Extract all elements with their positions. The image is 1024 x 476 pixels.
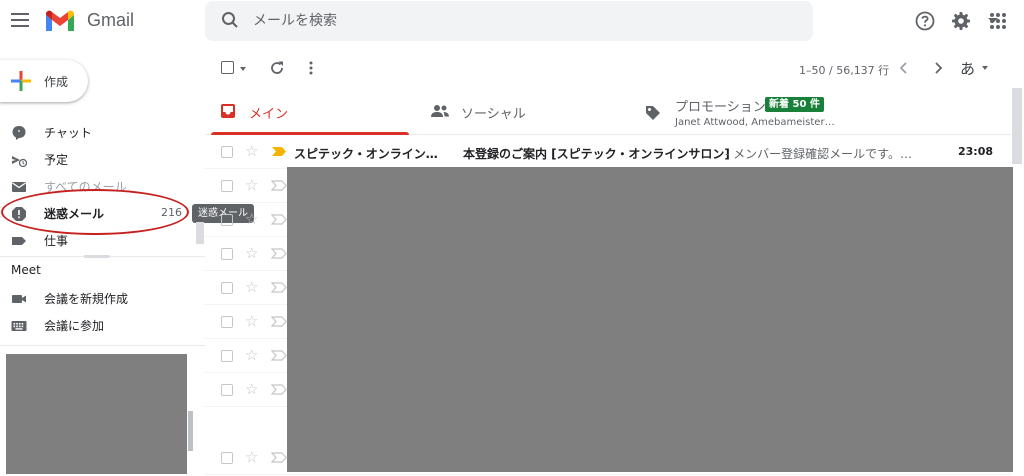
sidebar-item-label: 予定 bbox=[44, 153, 69, 167]
important-marker-icon[interactable] bbox=[271, 248, 287, 259]
people-icon bbox=[431, 105, 449, 117]
keyboard-icon bbox=[11, 321, 27, 331]
chevron-left-icon[interactable] bbox=[899, 62, 909, 74]
important-marker-icon[interactable] bbox=[271, 452, 287, 463]
sidebar-divider bbox=[0, 345, 205, 346]
settings-gear-icon[interactable] bbox=[951, 11, 971, 31]
sidebar-item-scheduled[interactable]: 予定 bbox=[0, 147, 190, 173]
top-header: Gmail bbox=[0, 0, 1024, 46]
inbox-icon bbox=[221, 104, 235, 118]
redacted-area bbox=[6, 354, 187, 474]
compose-button[interactable]: 作成 bbox=[0, 60, 88, 102]
mail-toolbar: 1–50 / 56,137 行 あ bbox=[205, 48, 1024, 88]
row-checkbox[interactable] bbox=[221, 180, 233, 192]
select-all-checkbox[interactable] bbox=[221, 61, 234, 74]
sidebar-item-all-mail[interactable]: すべてのメール bbox=[0, 174, 190, 200]
star-icon[interactable]: ☆ bbox=[245, 381, 258, 397]
chat-icon: " bbox=[12, 126, 26, 140]
sidebar-resize-handle[interactable] bbox=[84, 255, 110, 258]
row-checkbox[interactable] bbox=[221, 350, 233, 362]
star-icon[interactable]: ☆ bbox=[245, 449, 258, 465]
search-input[interactable] bbox=[253, 10, 753, 32]
compose-plus-icon bbox=[11, 71, 31, 91]
sidebar-item-label: 迷惑メール bbox=[44, 207, 105, 221]
sidebar-scrollbar[interactable] bbox=[188, 411, 193, 451]
tag-icon bbox=[646, 106, 660, 120]
gmail-logo-icon[interactable] bbox=[44, 9, 76, 33]
chevron-right-icon[interactable] bbox=[933, 62, 943, 74]
tab-label: ソーシャル bbox=[461, 107, 526, 122]
more-options-icon[interactable] bbox=[309, 60, 313, 76]
help-icon[interactable] bbox=[915, 11, 935, 31]
sidebar-item-label: すべてのメール bbox=[44, 180, 127, 194]
gmail-wordmark[interactable]: Gmail bbox=[87, 10, 134, 31]
row-checkbox[interactable] bbox=[221, 384, 233, 396]
scheduled-icon bbox=[12, 156, 27, 168]
svg-text:": " bbox=[17, 129, 20, 137]
sidebar-item-label: 会議を新規作成 bbox=[44, 292, 129, 306]
star-icon[interactable]: ☆ bbox=[245, 211, 258, 227]
star-icon[interactable]: ☆ bbox=[245, 347, 258, 363]
row-checkbox[interactable] bbox=[221, 282, 233, 294]
pagination-range: 1–50 / 56,137 行 bbox=[799, 64, 890, 77]
star-icon[interactable]: ☆ bbox=[245, 143, 258, 159]
sidebar-scrollbar[interactable] bbox=[196, 222, 204, 244]
star-icon[interactable]: ☆ bbox=[245, 177, 258, 193]
sidebar-item-work-label[interactable]: 仕事 bbox=[0, 228, 190, 254]
category-tabs: メイン ソーシャル プロモーション 新着 50 件 Janet Attwood,… bbox=[205, 88, 1011, 135]
sidebar-item-label: 会議に参加 bbox=[44, 319, 105, 333]
email-snippet: - メンバー登録確認メールです。… bbox=[725, 147, 912, 161]
sidebar-item-label: 仕事 bbox=[44, 234, 69, 248]
row-checkbox[interactable] bbox=[221, 214, 233, 226]
mail-list-scrollbar[interactable] bbox=[1012, 88, 1022, 164]
main-menu-icon[interactable] bbox=[11, 13, 29, 27]
sidebar-item-label: チャット bbox=[44, 126, 92, 140]
email-subject: 本登録のご案内 [スピテック・オンラインサロン] bbox=[463, 147, 730, 161]
star-icon[interactable]: ☆ bbox=[245, 313, 258, 329]
important-marker-icon[interactable] bbox=[271, 384, 287, 395]
important-marker-icon[interactable] bbox=[271, 350, 287, 361]
meet-new-meeting[interactable]: 会議を新規作成 bbox=[0, 286, 190, 312]
tab-primary[interactable]: メイン bbox=[205, 88, 415, 135]
search-bar[interactable] bbox=[205, 1, 998, 41]
search-icon[interactable] bbox=[221, 11, 239, 29]
meet-join-meeting[interactable]: 会議に参加 bbox=[0, 313, 190, 339]
tab-label: メイン bbox=[249, 107, 289, 122]
row-checkbox[interactable] bbox=[221, 316, 233, 328]
email-sender: スピテック・オンライン… bbox=[294, 147, 438, 161]
tab-social[interactable]: ソーシャル bbox=[415, 88, 625, 135]
refresh-icon[interactable] bbox=[269, 60, 285, 76]
sidebar-item-spam[interactable]: 迷惑メール 216 bbox=[0, 201, 190, 227]
important-marker-icon[interactable] bbox=[271, 316, 287, 327]
tab-senders-preview: Janet Attwood, Amebameister… bbox=[675, 117, 835, 128]
redacted-area bbox=[287, 167, 1013, 472]
email-time: 23:08 bbox=[957, 145, 993, 158]
important-marker-icon[interactable] bbox=[271, 180, 287, 191]
tab-promotions[interactable]: プロモーション 新着 50 件 Janet Attwood, Amebameis… bbox=[625, 88, 1011, 135]
star-icon[interactable]: ☆ bbox=[245, 279, 258, 295]
meet-heading: Meet bbox=[11, 263, 41, 277]
spam-count: 216 bbox=[161, 206, 182, 219]
apps-grid-icon[interactable] bbox=[988, 11, 1008, 31]
video-icon bbox=[12, 295, 26, 303]
important-marker-icon[interactable] bbox=[271, 282, 287, 293]
label-icon bbox=[12, 237, 26, 245]
tab-label: プロモーション bbox=[675, 100, 766, 115]
important-marker-icon[interactable] bbox=[271, 146, 287, 157]
new-count-badge: 新着 50 件 bbox=[765, 97, 824, 112]
email-row[interactable]: ☆ スピテック・オンライン… 本登録のご案内 [スピテック・オンラインサロン] … bbox=[205, 135, 1011, 169]
input-tools-button[interactable]: あ bbox=[960, 58, 975, 79]
input-tools-chevron-down-icon[interactable] bbox=[982, 66, 988, 70]
compose-label: 作成 bbox=[44, 75, 69, 89]
important-marker-icon[interactable] bbox=[271, 214, 287, 225]
row-checkbox[interactable] bbox=[221, 248, 233, 260]
star-icon[interactable]: ☆ bbox=[245, 245, 258, 261]
row-checkbox[interactable] bbox=[221, 146, 233, 158]
row-checkbox[interactable] bbox=[221, 452, 233, 464]
spam-icon bbox=[12, 207, 26, 221]
all-mail-icon bbox=[12, 182, 26, 192]
select-options-chevron-down-icon[interactable] bbox=[240, 67, 246, 71]
sidebar-item-chat[interactable]: " チャット bbox=[0, 120, 190, 146]
